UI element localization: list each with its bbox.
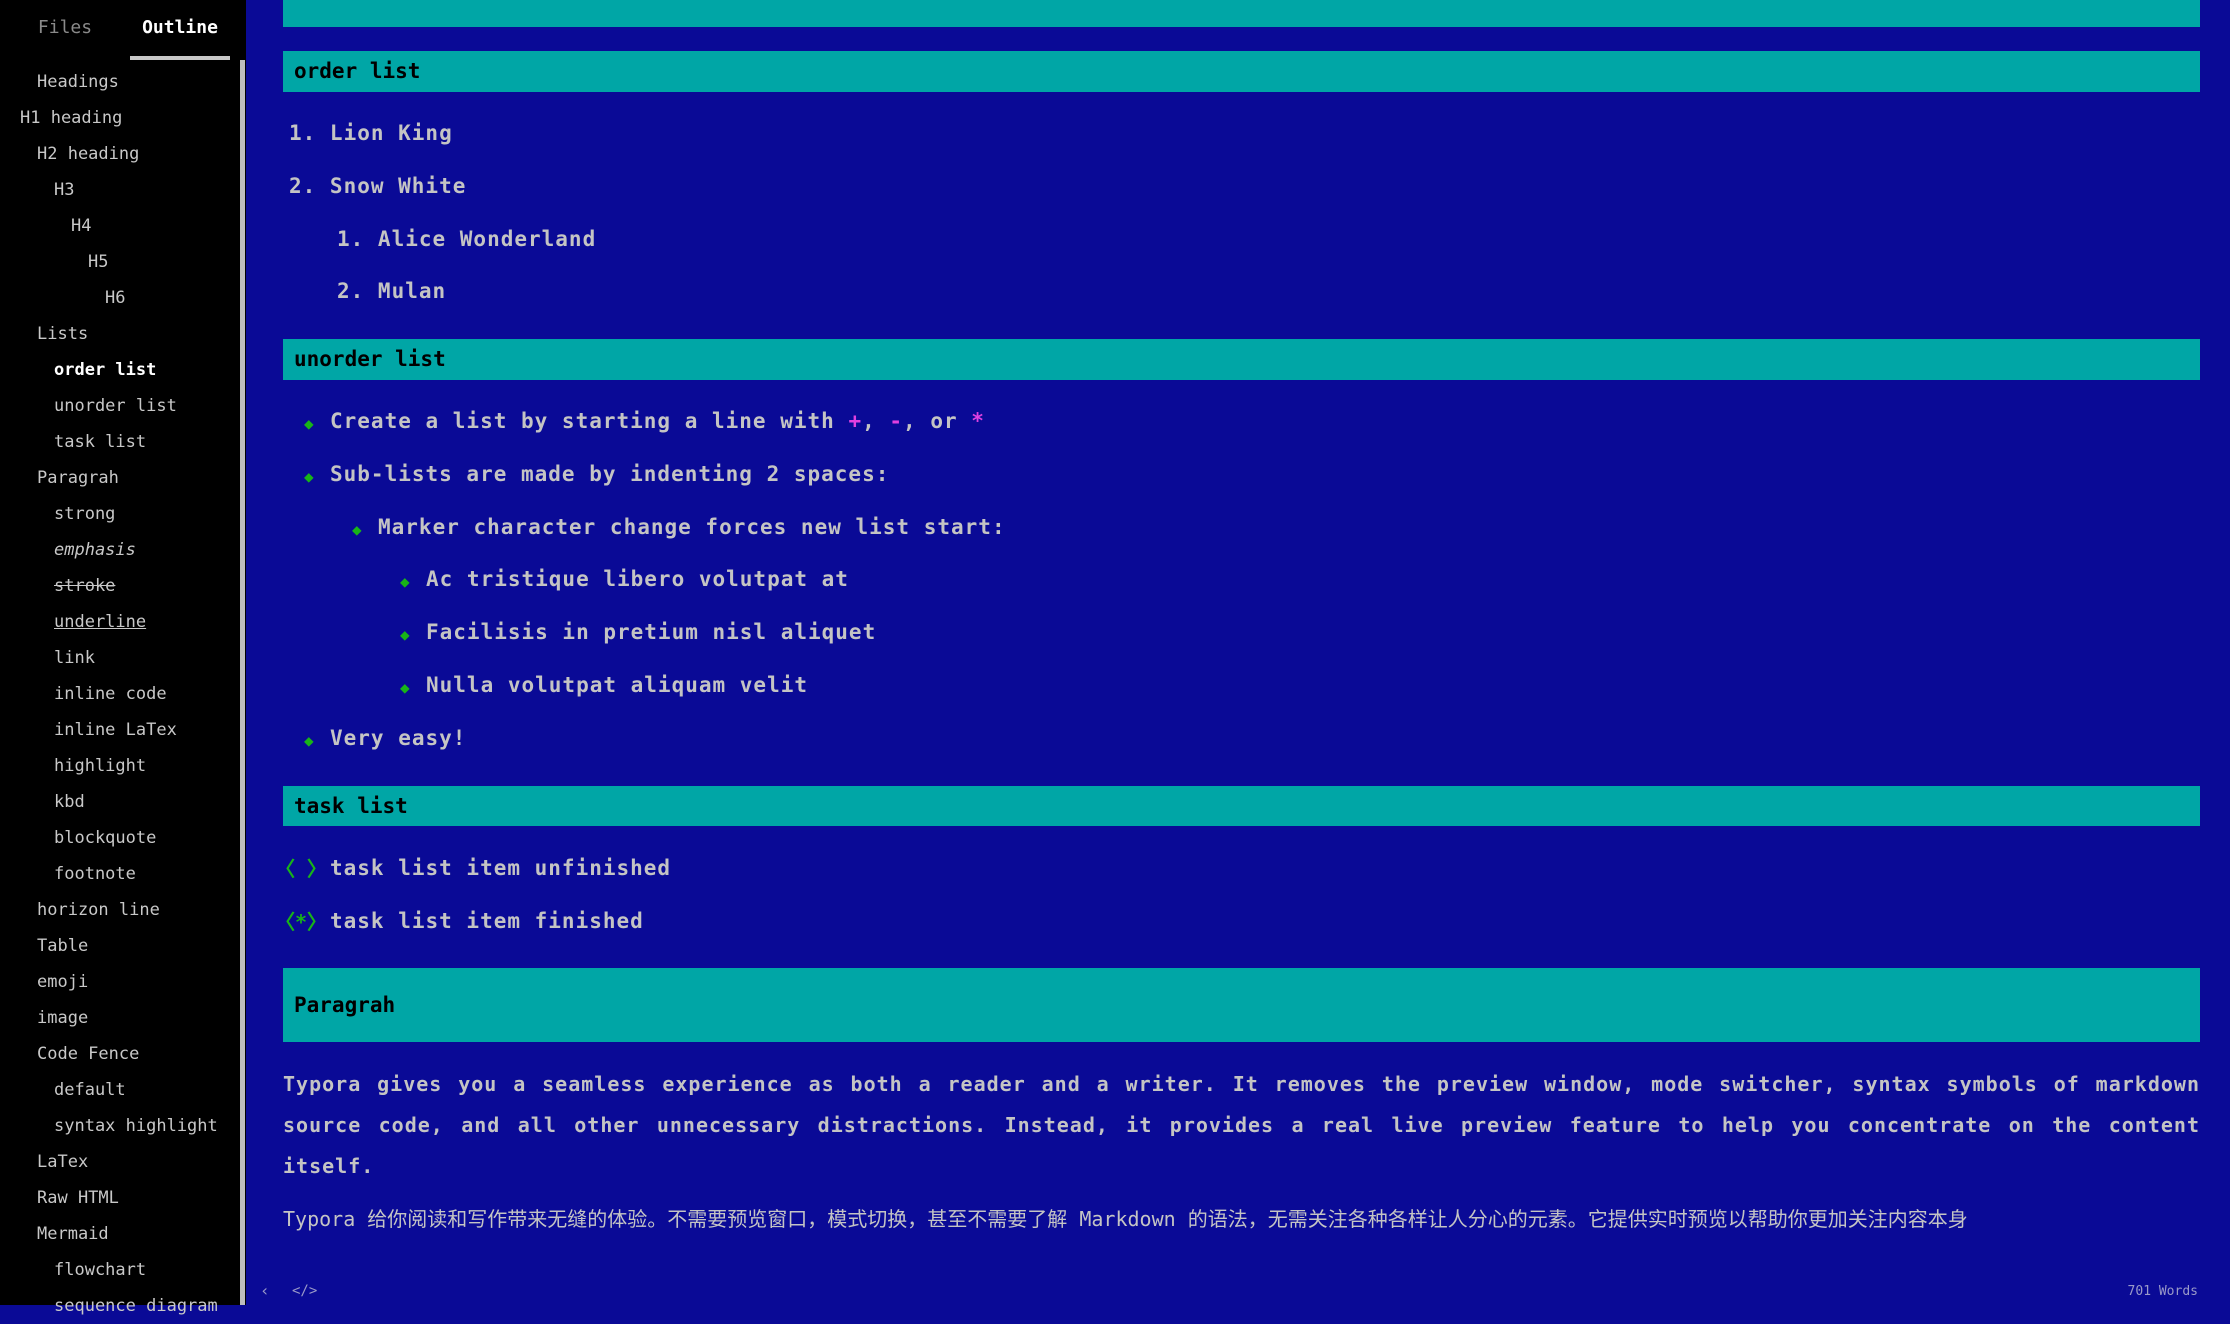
outline-item[interactable]: link (0, 640, 240, 676)
outline-item[interactable]: horizon line (0, 892, 240, 928)
outline-item[interactable]: inline code (0, 676, 240, 712)
list-item[interactable]: 2. Snow White (289, 174, 466, 198)
outline-item[interactable]: unorder list (0, 388, 240, 424)
marker-minus: - (889, 409, 903, 433)
outline-item[interactable]: Lists (0, 316, 240, 352)
source-code-icon[interactable]: </> (292, 1283, 317, 1299)
marker-star: * (971, 409, 985, 433)
list-item[interactable]: Marker character change forces new list … (378, 515, 1006, 539)
outline-item[interactable]: H2 heading (0, 136, 240, 172)
heading-task-list[interactable]: task list (283, 786, 2200, 826)
paragraph-english[interactable]: Typora gives you a seamless experience a… (283, 1064, 2200, 1187)
diamond-bullet-icon: ◆ (304, 731, 314, 750)
outline-item[interactable]: Raw HTML (0, 1180, 240, 1216)
outline-item[interactable]: image (0, 1000, 240, 1036)
outline-item[interactable]: emoji (0, 964, 240, 1000)
list-item[interactable]: Facilisis in pretium nisl aliquet (426, 620, 876, 644)
outline-list: HeadingsH1 headingH2 headingH3H4H5H6List… (0, 64, 240, 1324)
list-item[interactable]: Sub-lists are made by indenting 2 spaces… (330, 462, 889, 486)
diamond-bullet-icon: ◆ (400, 572, 410, 591)
outline-item[interactable]: H5 (0, 244, 240, 280)
task-checkbox-checked[interactable]: 〈*〉 (275, 906, 327, 935)
outline-item[interactable]: H4 (0, 208, 240, 244)
heading-order-list[interactable]: order list (283, 51, 2200, 92)
heading-unorder-list[interactable]: unorder list (283, 339, 2200, 380)
list-item[interactable]: Create a list by starting a line with +,… (330, 409, 985, 433)
outline-item[interactable]: flowchart (0, 1252, 240, 1288)
task-checkbox-unchecked[interactable]: 〈 〉 (275, 853, 327, 882)
outline-item[interactable]: stroke (0, 568, 240, 604)
separator: , or (903, 409, 971, 433)
outline-item[interactable]: H6 (0, 280, 240, 316)
tab-files[interactable]: Files (20, 0, 110, 56)
list-item[interactable]: Nulla volutpat aliquam velit (426, 673, 808, 697)
task-item[interactable]: task list item finished (330, 909, 644, 933)
chevron-left-icon[interactable]: ‹ (260, 1281, 270, 1300)
heading-paragraph[interactable]: Paragrah (283, 968, 2200, 1042)
outline-item[interactable]: footnote (0, 856, 240, 892)
outline-item[interactable]: Paragrah (0, 460, 240, 496)
outline-item[interactable]: Table (0, 928, 240, 964)
status-bar: ‹ </> 701 Words (246, 1279, 2230, 1305)
list-item[interactable]: 1. Alice Wonderland (337, 227, 596, 251)
marker-plus: + (848, 409, 862, 433)
sidebar-scrollbar[interactable] (240, 60, 245, 1305)
outline-item[interactable]: inline LaTex (0, 712, 240, 748)
outline-item[interactable]: underline (0, 604, 240, 640)
diamond-bullet-icon: ◆ (352, 520, 362, 539)
diamond-bullet-icon: ◆ (304, 467, 314, 486)
outline-item[interactable]: sequence diagram (0, 1288, 240, 1324)
sidebar-tabs: Files Outline (0, 0, 246, 58)
list-item-text: Create a list by starting a line with (330, 409, 848, 433)
list-item[interactable]: Ac tristique libero volutpat at (426, 567, 849, 591)
outline-item[interactable]: H3 (0, 172, 240, 208)
outline-item[interactable]: kbd (0, 784, 240, 820)
outline-item[interactable]: default (0, 1072, 240, 1108)
diamond-bullet-icon: ◆ (400, 625, 410, 644)
paragraph-chinese[interactable]: Typora 给你阅读和写作带来无缝的体验。不需要预览窗口，模式切换，甚至不需要… (283, 1199, 2200, 1240)
outline-item[interactable]: LaTex (0, 1144, 240, 1180)
sidebar: Files Outline HeadingsH1 headingH2 headi… (0, 0, 246, 1305)
outline-item[interactable]: order list (0, 352, 240, 388)
outline-item[interactable]: task list (0, 424, 240, 460)
outline-item[interactable]: H1 heading (0, 100, 240, 136)
outline-item[interactable]: highlight (0, 748, 240, 784)
outline-item[interactable]: syntax highlight (0, 1108, 240, 1144)
editor[interactable]: order list 1. Lion King 2. Snow White 1.… (246, 0, 2230, 1305)
diamond-bullet-icon: ◆ (304, 414, 314, 433)
outline-item[interactable]: Mermaid (0, 1216, 240, 1252)
heading-bar-partial (283, 0, 2200, 27)
outline-item[interactable]: Code Fence (0, 1036, 240, 1072)
outline-item[interactable]: strong (0, 496, 240, 532)
outline-item[interactable]: emphasis (0, 532, 240, 568)
separator: , (862, 409, 889, 433)
diamond-bullet-icon: ◆ (400, 678, 410, 697)
task-item[interactable]: task list item unfinished (330, 856, 671, 880)
list-item[interactable]: Very easy! (330, 726, 466, 750)
outline-item[interactable]: blockquote (0, 820, 240, 856)
word-count[interactable]: 701 Words (2128, 1284, 2198, 1299)
list-item[interactable]: 2. Mulan (337, 279, 446, 303)
tab-outline[interactable]: Outline (130, 0, 230, 60)
list-item[interactable]: 1. Lion King (289, 121, 453, 145)
outline-item[interactable]: Headings (0, 64, 240, 100)
